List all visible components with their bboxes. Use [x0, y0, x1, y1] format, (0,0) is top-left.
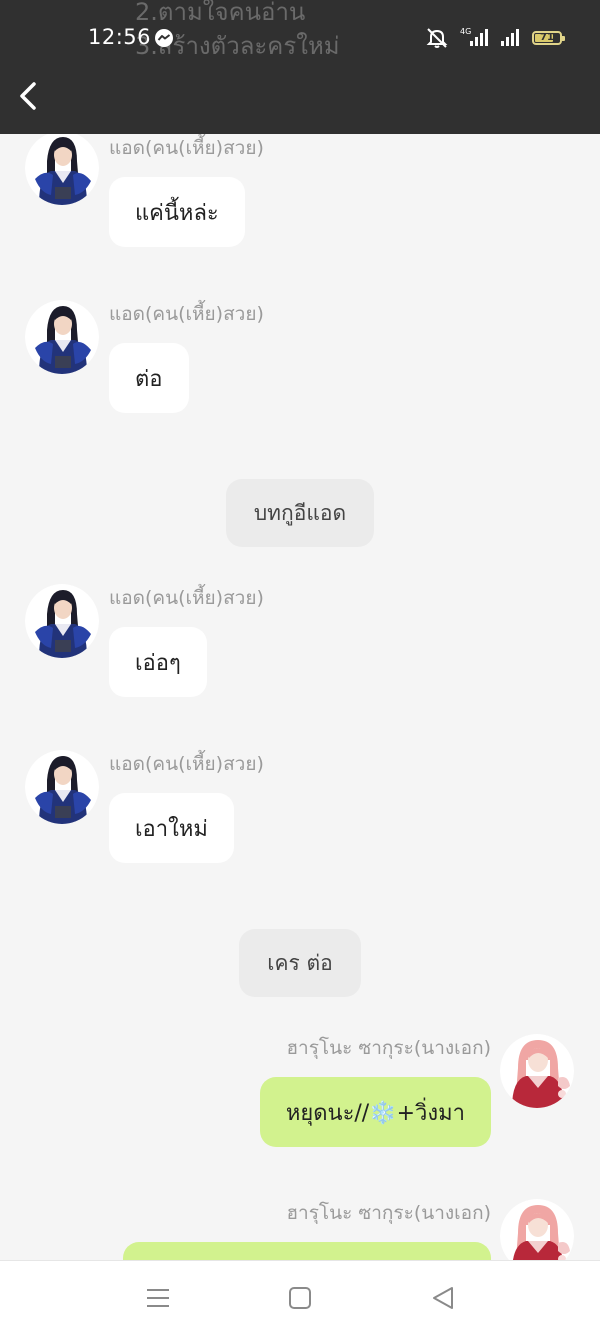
messenger-icon [155, 29, 173, 47]
sakura-avatar-icon [500, 1034, 574, 1108]
avatar[interactable] [25, 134, 99, 205]
message-bubble[interactable]: หยุดนะ//❄️+วิ่งมา [259, 1077, 491, 1147]
home-square-icon[interactable] [285, 1285, 315, 1311]
avatar[interactable] [500, 1034, 574, 1108]
narration-bubble[interactable]: เคร ต่อ [239, 929, 361, 997]
status-icons: 4G 71 [424, 26, 565, 50]
menu-icon[interactable] [143, 1285, 173, 1311]
mute-bell-icon [426, 28, 448, 48]
admin-avatar-icon [25, 300, 99, 374]
avatar[interactable] [25, 750, 99, 824]
top-bar: 2.ตามใจคนอ่าน 3.สร้างตัวละครใหม่ 12:56 4… [0, 0, 600, 134]
avatar[interactable] [500, 1199, 574, 1260]
back-triangle-icon[interactable] [428, 1285, 458, 1311]
sender-name: ฮารุโนะ ซากุระ(นางเอก) [286, 1037, 491, 1059]
sender-name: แอด(คน(เหี้ย)สวย) [109, 137, 264, 159]
message-bubble[interactable]: เอาใหม่ [109, 793, 234, 863]
sender-name: แอด(คน(เหี้ย)สวย) [109, 753, 264, 775]
message-bubble[interactable]: แค่นี้หล่ะ [109, 177, 245, 247]
admin-avatar-icon [25, 584, 99, 658]
signal-icon-2 [501, 29, 519, 46]
message-bubble[interactable]: เอ่อๆ [109, 627, 207, 697]
admin-avatar-icon [25, 750, 99, 824]
message-bubble[interactable]: ต่อ [109, 343, 189, 413]
network-label: 4G [460, 27, 471, 36]
admin-avatar-icon [25, 134, 99, 205]
avatar[interactable] [25, 584, 99, 658]
back-chevron-icon[interactable] [14, 78, 44, 114]
battery-level: 71 [540, 32, 554, 43]
sender-name: ฮารุโนะ ซากุระ(นางเอก) [286, 1202, 491, 1224]
sender-name: แอด(คน(เหี้ย)สวย) [109, 303, 264, 325]
background-text-line-1: 2.ตามใจคนอ่าน [135, 0, 306, 26]
sakura-avatar-icon [500, 1199, 574, 1260]
narration-bubble[interactable]: บทกูอีแอด [225, 479, 375, 547]
narration-message: เคร ต่อ [0, 929, 600, 997]
signal-icon: 4G [460, 27, 488, 46]
status-time: 12:56 [88, 25, 152, 49]
avatar[interactable] [25, 300, 99, 374]
battery-icon: 71 [532, 31, 565, 45]
message-bubble[interactable] [123, 1242, 491, 1260]
narration-message: บทกูอีแอด [0, 479, 600, 547]
sender-name: แอด(คน(เหี้ย)สวย) [109, 587, 264, 609]
chat-area[interactable]: แอด(คน(เหี้ย)สวย) แค่นี้หล่ะ แอด(คน(เหี้… [0, 134, 600, 1260]
system-nav-bar [0, 1260, 600, 1333]
